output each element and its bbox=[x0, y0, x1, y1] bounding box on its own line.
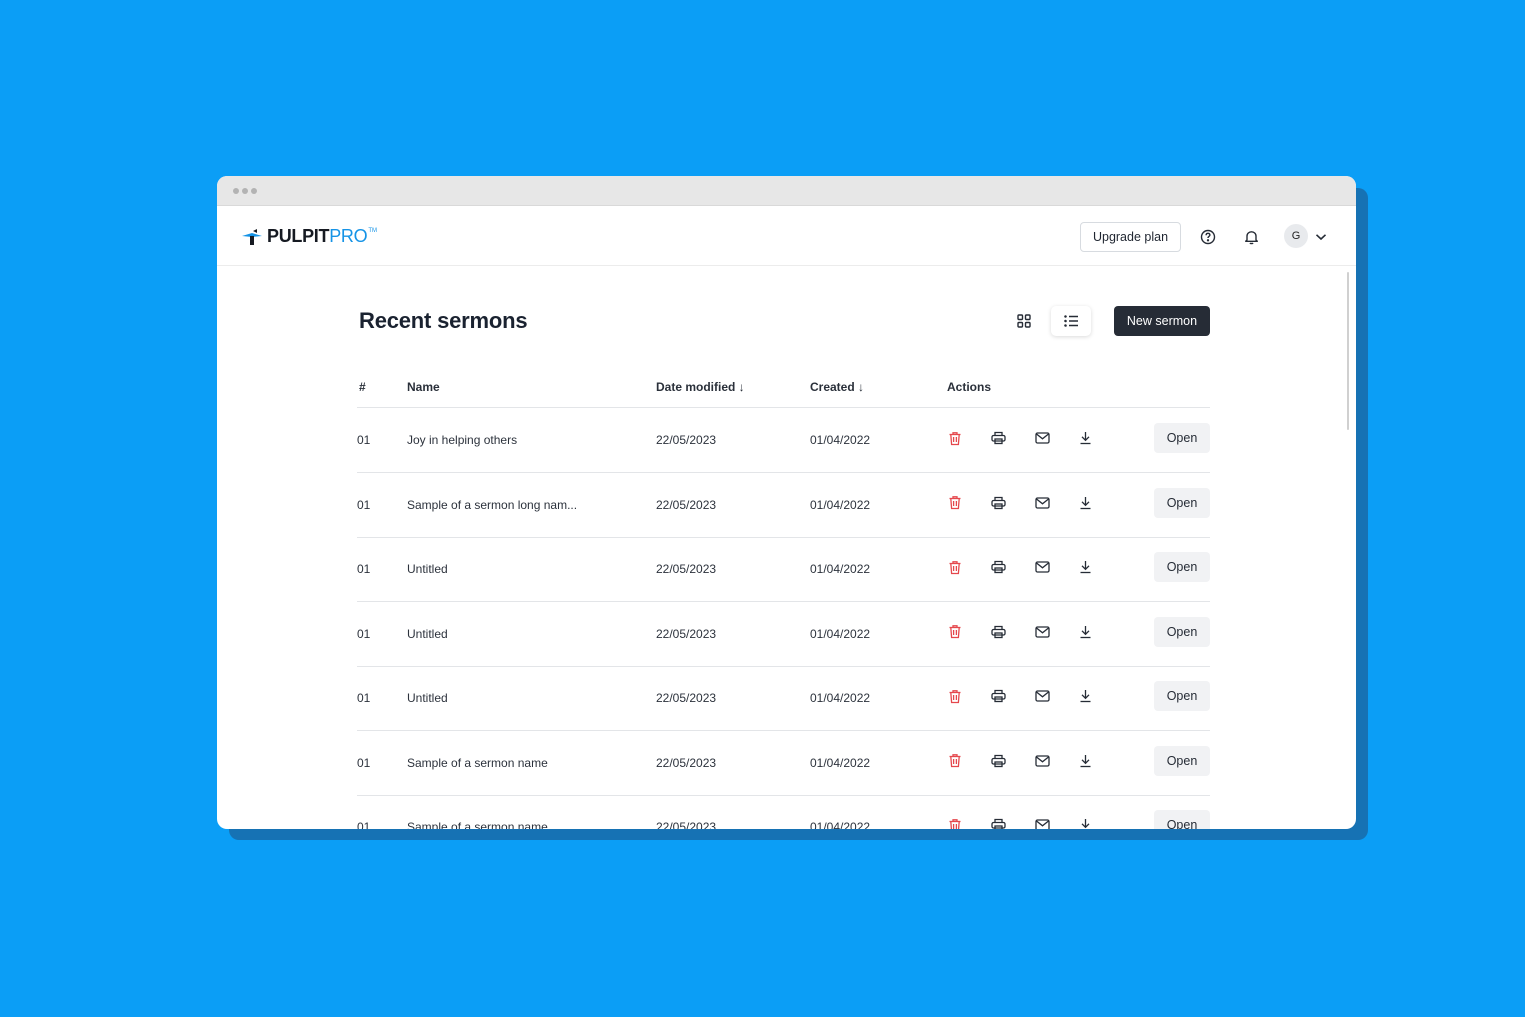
table-row: 01 Sample of a sermon long nam... 22/05/… bbox=[357, 473, 1210, 538]
download-icon[interactable] bbox=[1077, 817, 1093, 829]
date-modified: 22/05/2023 bbox=[656, 820, 717, 829]
sermon-name[interactable]: Untitled bbox=[407, 691, 448, 705]
sermon-name[interactable]: Sample of a sermon name bbox=[407, 820, 548, 829]
bell-icon[interactable] bbox=[1242, 228, 1260, 246]
trash-icon[interactable] bbox=[947, 495, 963, 511]
mail-icon[interactable] bbox=[1034, 688, 1050, 704]
table-row: 01 Untitled 22/05/2023 01/04/2022 Open bbox=[357, 602, 1210, 667]
row-number: 01 bbox=[357, 562, 371, 576]
mail-icon[interactable] bbox=[1034, 430, 1050, 446]
table-row: 01 Sample of a sermon name 22/05/2023 01… bbox=[357, 731, 1210, 796]
mail-icon[interactable] bbox=[1034, 495, 1050, 511]
date-modified: 22/05/2023 bbox=[656, 562, 717, 576]
open-button[interactable]: Open bbox=[1154, 423, 1210, 453]
top-bar: PULPIT PRO TM Upgrade plan G bbox=[217, 206, 1356, 266]
row-number: 01 bbox=[357, 433, 371, 447]
printer-icon[interactable] bbox=[990, 753, 1006, 769]
table-header: # Name Date modified ↓ Created ↓ Actions bbox=[357, 376, 1210, 408]
date-modified: 22/05/2023 bbox=[656, 497, 717, 512]
mail-icon[interactable] bbox=[1034, 559, 1050, 575]
mail-icon[interactable] bbox=[1034, 753, 1050, 769]
table-row: 01 Untitled 22/05/2023 01/04/2022 Open bbox=[357, 537, 1210, 602]
help-circle-icon[interactable] bbox=[1199, 228, 1217, 246]
printer-icon[interactable] bbox=[990, 817, 1006, 829]
date-modified: 22/05/2023 bbox=[656, 691, 717, 705]
date-modified: 22/05/2023 bbox=[656, 755, 717, 770]
date-created: 01/04/2022 bbox=[810, 497, 871, 512]
sermon-name[interactable]: Sample of a sermon name bbox=[407, 756, 548, 770]
download-icon[interactable] bbox=[1077, 559, 1093, 575]
list-view-button[interactable] bbox=[1051, 306, 1091, 336]
date-created: 01/04/2022 bbox=[810, 820, 871, 829]
date-modified: 22/05/2023 bbox=[656, 433, 717, 447]
logo-text: PULPIT bbox=[267, 226, 330, 246]
download-icon[interactable] bbox=[1077, 753, 1093, 769]
app-window: PULPIT PRO TM Upgrade plan G Recent serm… bbox=[217, 176, 1356, 829]
logo-trademark: TM bbox=[368, 227, 377, 234]
date-created: 01/04/2022 bbox=[810, 433, 871, 447]
column-number: # bbox=[359, 380, 366, 394]
trash-icon[interactable] bbox=[947, 688, 963, 704]
date-created: 01/04/2022 bbox=[810, 755, 871, 770]
table-row: 01 Untitled 22/05/2023 01/04/2022 Open bbox=[357, 666, 1210, 731]
trash-icon[interactable] bbox=[947, 624, 963, 640]
trash-icon[interactable] bbox=[947, 817, 963, 829]
printer-icon[interactable] bbox=[990, 688, 1006, 704]
logo[interactable]: PULPIT PRO TM bbox=[241, 226, 377, 247]
window-dot-icon bbox=[233, 187, 239, 194]
upgrade-plan-button[interactable]: Upgrade plan bbox=[1080, 222, 1181, 252]
printer-icon[interactable] bbox=[990, 624, 1006, 640]
row-number: 01 bbox=[357, 497, 371, 512]
trash-icon[interactable] bbox=[947, 430, 963, 446]
date-created: 01/04/2022 bbox=[810, 691, 871, 705]
trash-icon[interactable] bbox=[947, 559, 963, 575]
open-button[interactable]: Open bbox=[1154, 487, 1210, 518]
trash-icon[interactable] bbox=[947, 753, 963, 769]
avatar[interactable]: G bbox=[1284, 224, 1308, 248]
column-date-modified[interactable]: Date modified ↓ bbox=[656, 380, 745, 394]
download-icon[interactable] bbox=[1077, 688, 1093, 704]
table-row: 01 Sample of a sermon name 22/05/2023 01… bbox=[357, 795, 1210, 829]
column-actions: Actions bbox=[947, 380, 992, 394]
new-sermon-button[interactable]: New sermon bbox=[1114, 306, 1210, 336]
grid-icon bbox=[1017, 314, 1031, 328]
sermon-name[interactable]: Joy in helping others bbox=[407, 433, 517, 447]
window-titlebar bbox=[217, 176, 1356, 206]
download-icon[interactable] bbox=[1077, 495, 1093, 511]
column-created[interactable]: Created ↓ bbox=[810, 380, 864, 394]
mail-icon[interactable] bbox=[1034, 817, 1050, 829]
sermon-name[interactable]: Untitled bbox=[407, 627, 448, 641]
date-modified: 22/05/2023 bbox=[656, 626, 717, 641]
grid-view-button[interactable] bbox=[1013, 310, 1035, 332]
row-number: 01 bbox=[357, 755, 371, 770]
date-created: 01/04/2022 bbox=[810, 626, 871, 641]
printer-icon[interactable] bbox=[990, 559, 1006, 575]
open-button[interactable]: Open bbox=[1154, 810, 1210, 829]
row-number: 01 bbox=[357, 820, 371, 829]
download-icon[interactable] bbox=[1077, 624, 1093, 640]
list-icon bbox=[1063, 315, 1078, 327]
open-button[interactable]: Open bbox=[1154, 552, 1210, 582]
sermon-name[interactable]: Untitled bbox=[407, 562, 448, 576]
open-button[interactable]: Open bbox=[1154, 681, 1210, 711]
window-dot-icon bbox=[242, 187, 248, 194]
page-title: Recent sermons bbox=[359, 308, 528, 333]
sermon-name[interactable]: Sample of a sermon long nam... bbox=[407, 498, 577, 512]
table-row: 01 Joy in helping others 22/05/2023 01/0… bbox=[357, 408, 1210, 473]
date-created: 01/04/2022 bbox=[810, 562, 871, 576]
window-dot-icon bbox=[251, 187, 257, 194]
column-name: Name bbox=[407, 380, 440, 394]
scrollbar[interactable] bbox=[1347, 272, 1349, 430]
chevron-down-icon[interactable] bbox=[1312, 228, 1330, 246]
download-icon[interactable] bbox=[1077, 430, 1093, 446]
printer-icon[interactable] bbox=[990, 495, 1006, 511]
row-number: 01 bbox=[357, 626, 371, 641]
open-button[interactable]: Open bbox=[1154, 616, 1210, 647]
logo-text-accent: PRO bbox=[329, 226, 368, 246]
printer-icon[interactable] bbox=[990, 430, 1006, 446]
row-number: 01 bbox=[357, 691, 371, 705]
open-button[interactable]: Open bbox=[1154, 745, 1210, 776]
pulpit-logo-icon bbox=[242, 228, 262, 245]
mail-icon[interactable] bbox=[1034, 624, 1050, 640]
